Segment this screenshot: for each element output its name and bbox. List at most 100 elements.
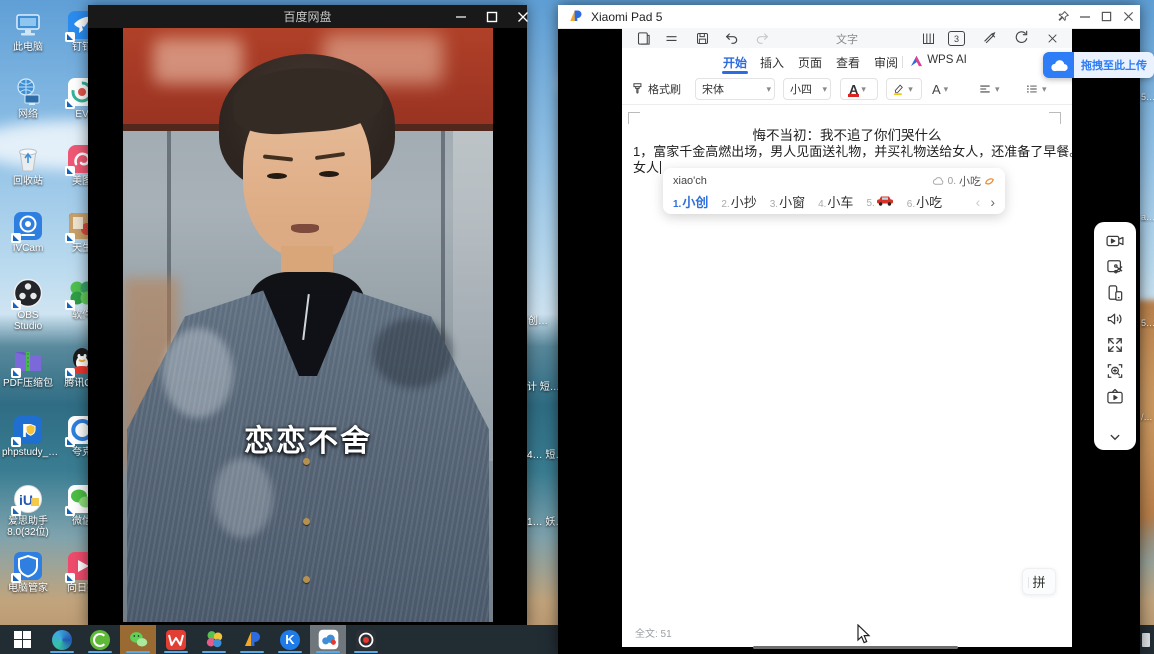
taskbar-360-browser[interactable] <box>82 625 118 654</box>
pad-window-titlebar[interactable]: Xiaomi Pad 5 <box>558 5 1140 29</box>
text-effects-button[interactable]: A ▾ <box>932 78 951 100</box>
home-indicator[interactable] <box>753 646 958 649</box>
jacket-button <box>303 576 310 583</box>
taskbar-baidu-netdisk[interactable] <box>310 625 346 654</box>
desktop-icon-network[interactable]: 网络 <box>2 77 54 120</box>
video-window-titlebar[interactable]: 百度网盘 <box>88 5 527 28</box>
undo-icon[interactable] <box>723 29 741 47</box>
maximize-button[interactable] <box>477 5 507 28</box>
font-name-select[interactable]: 宋体 ▾ <box>695 78 775 100</box>
tab-review[interactable]: 审阅 <box>874 54 898 71</box>
redo-icon[interactable] <box>753 29 771 47</box>
volume-icon[interactable] <box>1103 306 1127 332</box>
ime-candidate-2[interactable]: 2.小抄 <box>721 192 756 211</box>
netdisk-cloud-icon <box>1043 52 1074 78</box>
menu-icon[interactable] <box>662 29 680 47</box>
save-icon[interactable] <box>693 29 711 47</box>
desktop-icon-this-pc[interactable]: 此电脑 <box>2 10 54 53</box>
document-line[interactable]: 女人 <box>633 157 661 176</box>
ime-candidate-3[interactable]: 3.小窗 <box>770 192 805 211</box>
zoom-in-icon[interactable] <box>1103 358 1127 384</box>
document-line[interactable]: 1，富家千金高燃出场，男人见面送礼物，并买礼物送给女人，还准备了早餐。 <box>633 141 1063 160</box>
close-doc-icon[interactable] <box>1043 29 1061 47</box>
desktop-icon-aisi[interactable]: iU 爱思助手 8.0(32位) <box>2 484 54 538</box>
collapse-toolbar-icon[interactable] <box>1103 424 1127 450</box>
ime-prev-page-button[interactable]: ‹ <box>976 194 981 210</box>
desktop-icon-ivcam[interactable]: IVCam <box>2 211 54 254</box>
align-button[interactable]: ▾ <box>978 78 1003 100</box>
tab-home[interactable]: 开始 <box>723 54 747 71</box>
close-button[interactable] <box>508 5 538 28</box>
file-icon[interactable] <box>634 29 652 47</box>
maximize-button[interactable] <box>1096 5 1116 28</box>
highlight-icon <box>892 83 905 96</box>
bullet-list-icon <box>1025 82 1039 96</box>
taskbar-k-app[interactable]: K <box>272 625 308 654</box>
tab-divider <box>902 56 903 68</box>
font-color-button[interactable]: A ▾ <box>840 78 878 100</box>
tab-insert[interactable]: 插入 <box>760 54 784 71</box>
shortcut-arrow-icon <box>65 233 75 243</box>
cloud-candidate-word[interactable]: 小吃 <box>959 173 981 189</box>
view-mode-icon[interactable] <box>919 29 937 47</box>
highlight-color-button[interactable]: ▾ <box>886 78 922 100</box>
minimize-button[interactable] <box>1075 5 1095 28</box>
video-content[interactable]: 恋恋不舍 <box>123 28 493 622</box>
taskbar-screen-cast-p[interactable] <box>234 625 270 654</box>
align-icon <box>978 82 992 96</box>
page-margin-mark <box>628 112 640 124</box>
aisi-assistant-icon: iU <box>13 484 43 514</box>
screen-record-icon[interactable] <box>1103 228 1127 254</box>
desktop-icon-obs[interactable]: OBS Studio <box>2 278 54 332</box>
shortcut-arrow-icon <box>65 99 75 109</box>
taskbar-screen-recorder[interactable] <box>348 625 384 654</box>
upload-label: 拖拽至此上传 <box>1074 52 1154 78</box>
baidu-netdisk-icon <box>318 629 339 650</box>
ime-candidate-5[interactable]: 5. <box>866 194 893 209</box>
ime-candidate-1[interactable]: 1.小创 <box>673 192 708 211</box>
ime-mode-badge[interactable]: 拼 <box>1022 568 1056 595</box>
fullscreen-icon[interactable] <box>1103 332 1127 358</box>
list-button[interactable]: ▾ <box>1025 78 1050 100</box>
desktop-icon-phpstudy[interactable]: P phpstudy_… <box>2 415 54 458</box>
taskbar-wechat[interactable] <box>120 625 156 654</box>
edit-pen-icon[interactable] <box>981 29 999 47</box>
person-eye <box>267 173 287 179</box>
drag-upload-widget[interactable]: 拖拽至此上传 <box>1043 52 1154 78</box>
recycle-bin-icon <box>13 144 43 174</box>
tab-page[interactable]: 页面 <box>798 54 822 71</box>
mouse-cursor <box>857 624 871 645</box>
ime-candidate-4[interactable]: 4.小车 <box>818 192 853 211</box>
font-size-value: 小四 <box>790 81 819 97</box>
ivcam-icon <box>13 211 43 241</box>
format-painter-button[interactable]: 格式刷 <box>631 78 681 100</box>
ime-next-page-button[interactable]: › <box>990 194 995 210</box>
screenshot-cut-icon[interactable] <box>1103 254 1127 280</box>
p-cast-icon <box>242 630 262 650</box>
desktop-icon-label: IVCam <box>2 243 54 254</box>
taskbar-clover-app[interactable] <box>196 625 232 654</box>
clipped-desktop-label: /… <box>1141 412 1153 422</box>
cast-tv-icon[interactable] <box>1103 384 1127 410</box>
minimize-button[interactable] <box>446 5 476 28</box>
jacket-patch <box>213 458 273 538</box>
desktop-icon-pc-manager[interactable]: 电脑管家 <box>2 551 54 594</box>
pin-button[interactable] <box>1053 5 1073 28</box>
shortcut-arrow-icon <box>65 573 75 583</box>
tab-view[interactable]: 查看 <box>836 54 860 71</box>
clipped-desktop-label: a… <box>1141 212 1154 222</box>
taskbar-start-button[interactable] <box>4 625 40 654</box>
font-size-select[interactable]: 小四 ▾ <box>783 78 831 100</box>
desktop-icon-zip[interactable]: PDF压缩包 <box>2 346 54 389</box>
desktop-icon-recycle-bin[interactable]: 回收站 <box>2 144 54 187</box>
taskbar-edge-browser[interactable] <box>44 625 80 654</box>
close-button[interactable] <box>1118 5 1138 28</box>
multi-window-icon[interactable] <box>1103 280 1127 306</box>
page-number-badge[interactable]: 3 <box>948 31 965 46</box>
font-name-value: 宋体 <box>702 81 763 97</box>
tab-wps-ai[interactable]: WPS AI <box>927 54 967 66</box>
taskbar-clipped-icon[interactable] <box>1142 633 1150 647</box>
taskbar-wps-office[interactable] <box>158 625 194 654</box>
ime-candidate-6[interactable]: 6.小吃 <box>907 192 942 211</box>
share-icon[interactable] <box>1013 29 1031 47</box>
